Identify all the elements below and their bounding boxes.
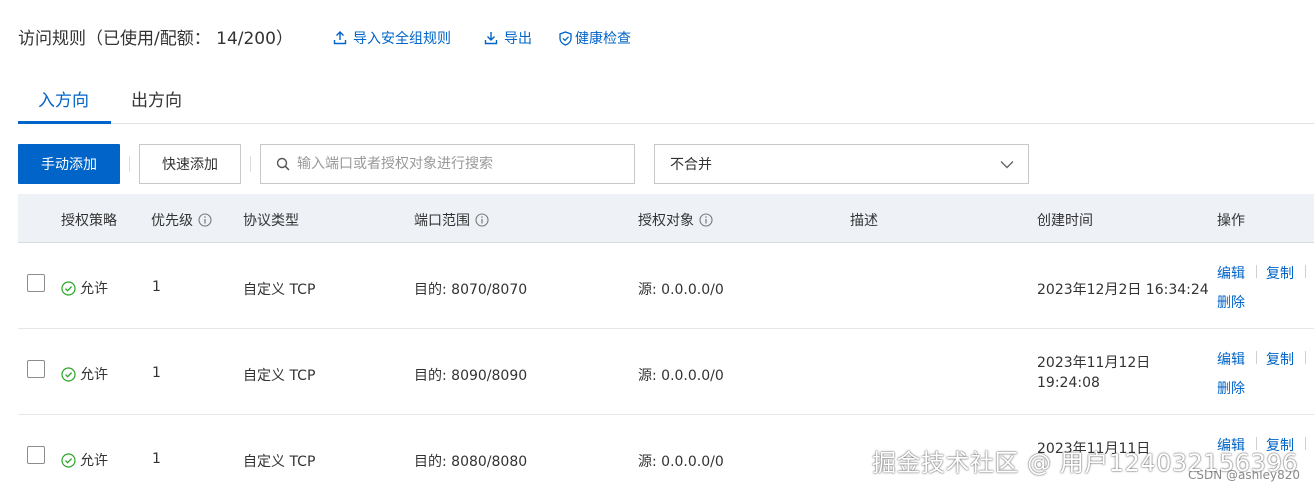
juejin-watermark: 掘金技术社区 @ 用户124032156396 (872, 449, 1298, 477)
upload-icon (333, 31, 347, 45)
action-divider (1305, 265, 1306, 278)
column-header-port-range: 端口范围 (414, 210, 489, 230)
row-divider (18, 328, 1314, 329)
info-icon[interactable] (198, 213, 212, 227)
delete-link[interactable]: 删除 (1217, 378, 1245, 398)
check-circle-icon (61, 366, 76, 382)
created-time-cell: 2023年11月12日 (1037, 355, 1151, 371)
health-check-link[interactable]: 健康检查 (558, 28, 631, 48)
import-rules-link[interactable]: 导入安全组规则 (333, 28, 451, 48)
info-icon[interactable] (699, 213, 713, 227)
policy-allow: 允许 (61, 450, 108, 470)
edit-link[interactable]: 编辑 (1217, 349, 1245, 369)
copy-link[interactable]: 复制 (1266, 349, 1294, 369)
check-circle-icon (61, 280, 76, 296)
export-label: 导出 (504, 31, 532, 47)
column-header-protocol: 协议类型 (243, 213, 299, 229)
policy-allow: 允许 (61, 278, 108, 298)
row-divider (18, 414, 1314, 415)
priority-cell: 1 (152, 279, 161, 295)
shield-check-icon (559, 30, 572, 46)
copy-link[interactable]: 复制 (1266, 263, 1294, 283)
page-title: 访问规则（已使用/配额： 14/200） (18, 29, 293, 49)
toolbar-divider (129, 156, 130, 172)
column-header-priority: 优先级 (151, 210, 212, 230)
priority-cell: 1 (152, 451, 161, 467)
action-divider (1305, 437, 1306, 450)
column-header-description: 描述 (850, 213, 878, 229)
merge-select-value: 不合并 (670, 157, 712, 173)
port-range-cell: 目的: 8090/8090 (414, 368, 528, 384)
manual-add-button[interactable]: 手动添加 (18, 144, 120, 184)
info-icon[interactable] (475, 213, 489, 227)
protocol-cell: 自定义 TCP (243, 368, 316, 384)
column-header-policy: 授权策略 (61, 213, 117, 229)
export-link[interactable]: 导出 (484, 28, 532, 48)
port-range-cell: 目的: 8070/8070 (414, 282, 528, 298)
auth-object-cell: 源: 0.0.0.0/0 (638, 368, 724, 384)
tab-divider (18, 123, 1314, 124)
column-header-auth-object: 授权对象 (638, 210, 713, 230)
column-header-created-time: 创建时间 (1037, 213, 1093, 229)
check-circle-icon (61, 452, 76, 468)
action-divider (1256, 351, 1257, 364)
search-icon (276, 157, 290, 171)
merge-select[interactable]: 不合并 (654, 144, 1029, 184)
search-input[interactable] (297, 156, 617, 172)
created-time-cell-continued: 19:24:08 (1037, 375, 1100, 391)
row-checkbox[interactable] (27, 446, 45, 464)
tab-outbound[interactable]: 出方向 (131, 86, 182, 111)
auth-object-cell: 源: 0.0.0.0/0 (638, 454, 724, 470)
action-divider (1256, 265, 1257, 278)
delete-link[interactable]: 删除 (1217, 292, 1245, 312)
auth-object-cell: 源: 0.0.0.0/0 (638, 282, 724, 298)
edit-link[interactable]: 编辑 (1217, 263, 1245, 283)
protocol-cell: 自定义 TCP (243, 282, 316, 298)
search-box[interactable] (260, 144, 635, 184)
row-checkbox[interactable] (27, 360, 45, 378)
port-range-cell: 目的: 8080/8080 (414, 454, 528, 470)
tab-inbound[interactable]: 入方向 (38, 86, 89, 111)
import-rules-label: 导入安全组规则 (353, 31, 451, 47)
action-divider (1305, 351, 1306, 364)
chevron-down-icon (1000, 160, 1014, 168)
toolbar-divider (250, 156, 251, 172)
active-tab-indicator (18, 121, 111, 124)
download-icon (484, 32, 498, 45)
priority-cell: 1 (152, 365, 161, 381)
created-time-cell: 2023年12月2日 16:34:24 (1037, 282, 1209, 298)
quick-add-button[interactable]: 快速添加 (139, 144, 241, 184)
column-header-actions: 操作 (1217, 213, 1245, 229)
health-check-label: 健康检查 (575, 31, 631, 47)
policy-allow: 允许 (61, 364, 108, 384)
row-checkbox[interactable] (27, 274, 45, 292)
protocol-cell: 自定义 TCP (243, 454, 316, 470)
